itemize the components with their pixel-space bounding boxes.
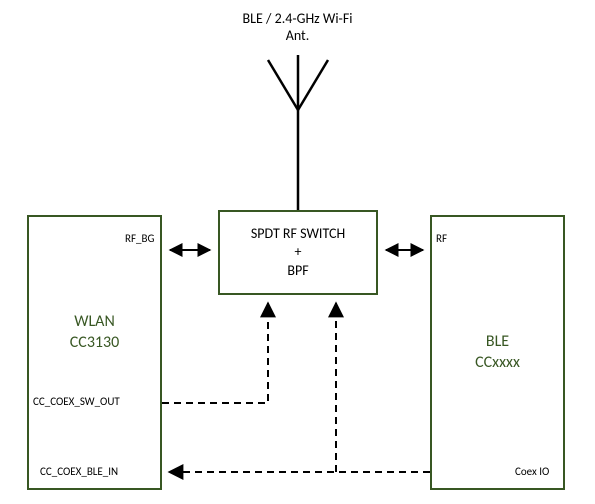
cc-coex-sw-out-label: CC_COEX_SW_OUT — [33, 395, 120, 408]
ble-box: BLE CCxxxx — [430, 215, 565, 490]
antenna-label-line2: Ant. — [286, 27, 310, 44]
cc-coex-ble-in-label: CC_COEX_BLE_IN — [40, 465, 118, 478]
rf-bg-label: RF_BG — [125, 232, 154, 245]
ble-line2: CCxxxx — [475, 353, 520, 372]
wlan-line1: WLAN — [74, 312, 115, 331]
spdt-switch-box: SPDT RF SWITCH + BPF — [218, 210, 378, 295]
rf-label: RF — [436, 232, 447, 245]
switch-line1: SPDT RF SWITCH — [251, 225, 345, 242]
antenna-label-line1: BLE / 2.4-GHz Wi-Fi — [243, 10, 353, 27]
switch-line3: BPF — [287, 262, 308, 279]
coex-io-label: Coex IO — [515, 465, 549, 478]
cc-coex-sw-out-line — [162, 303, 268, 403]
wlan-box: WLAN CC3130 — [27, 215, 162, 490]
ble-line1: BLE — [486, 332, 509, 351]
antenna-icon — [268, 55, 328, 210]
switch-line2: + — [295, 243, 302, 260]
wlan-line2: CC3130 — [70, 333, 120, 352]
